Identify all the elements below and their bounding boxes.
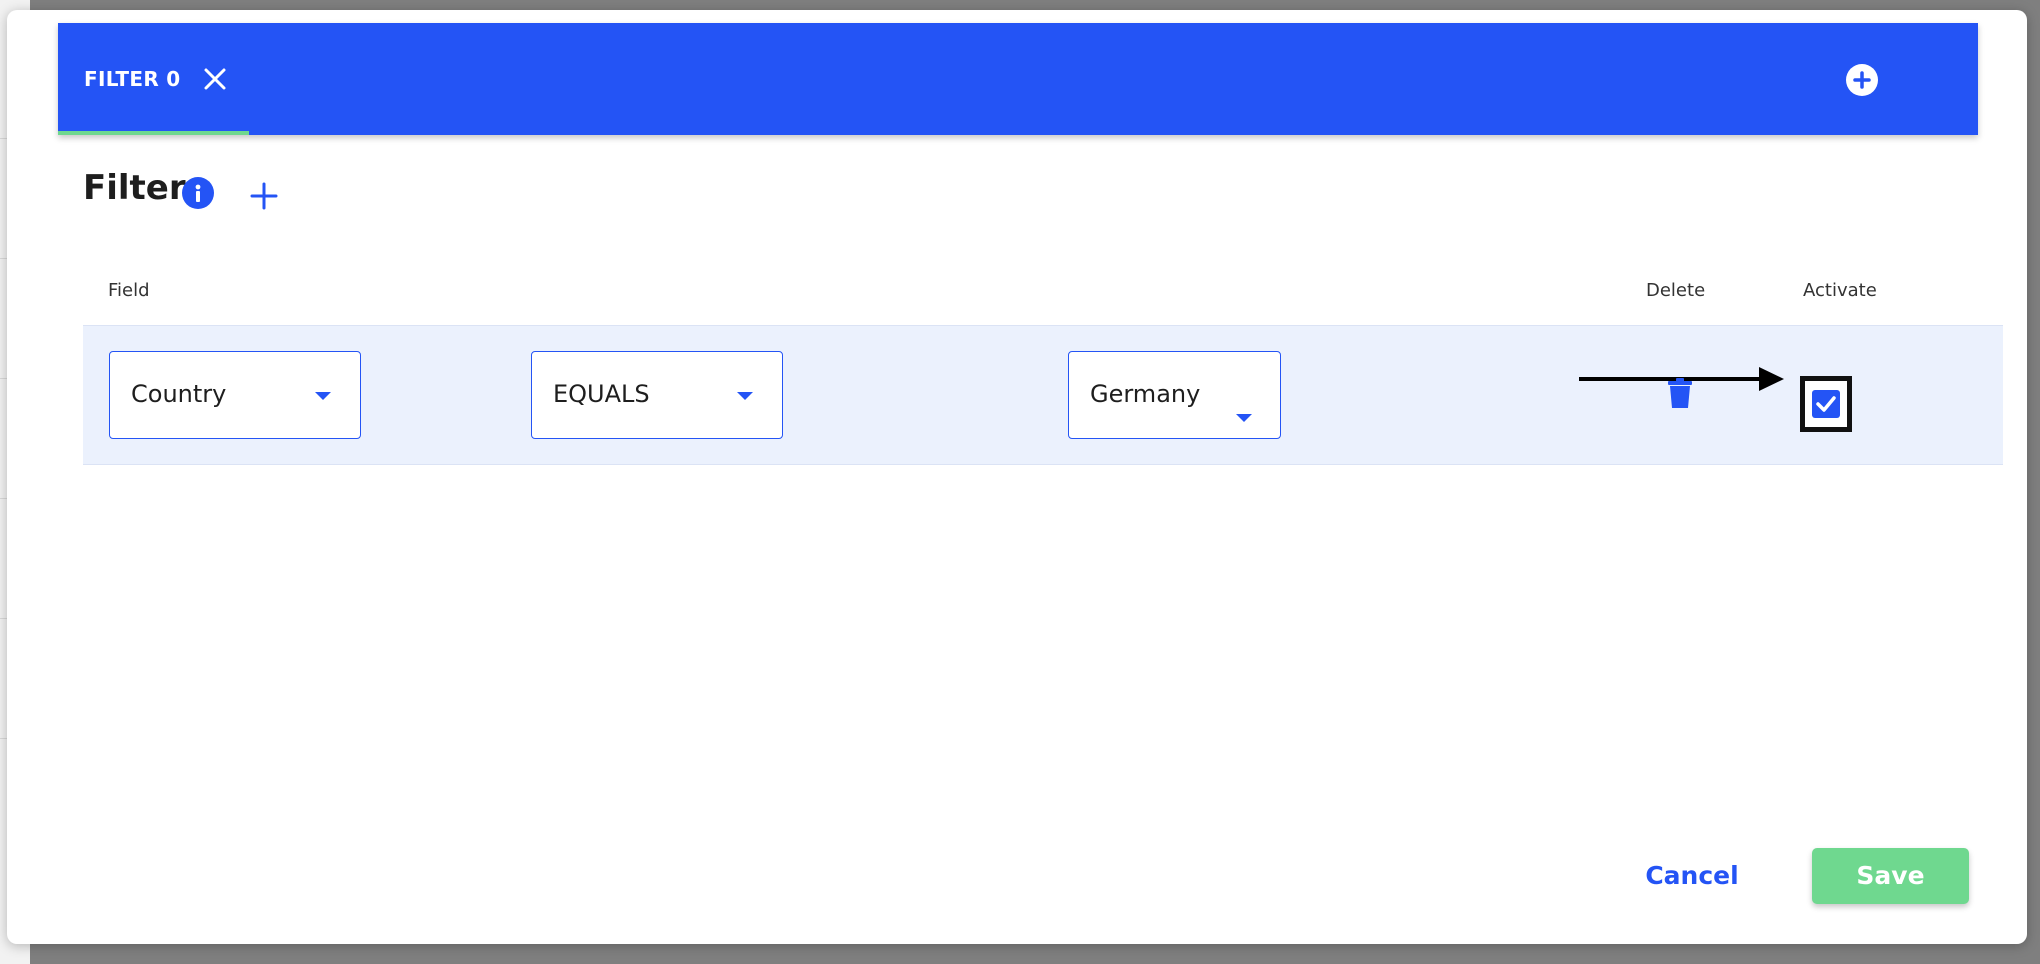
field-select-value: Country xyxy=(131,380,227,408)
filter-dialog: FILTER 0 Filter Field Delete Activate Co… xyxy=(7,10,2027,944)
column-header-field: Field xyxy=(108,280,150,301)
activate-checkbox[interactable] xyxy=(1812,390,1840,418)
value-select-value: Germany xyxy=(1090,380,1201,408)
tab-label: FILTER 0 xyxy=(84,67,181,91)
activate-checkbox-highlight xyxy=(1800,376,1852,432)
column-header-activate: Activate xyxy=(1803,280,1877,301)
value-select[interactable]: Germany xyxy=(1068,351,1281,439)
active-tab-indicator xyxy=(58,131,249,135)
chevron-down-icon xyxy=(1236,414,1252,422)
checkmark-icon xyxy=(1816,396,1836,412)
save-button[interactable]: Save xyxy=(1812,848,1969,904)
tab-bar: FILTER 0 xyxy=(58,23,1978,135)
chevron-down-icon xyxy=(737,392,753,400)
operator-select-value: EQUALS xyxy=(553,380,650,408)
chevron-down-icon xyxy=(315,392,331,400)
trash-icon[interactable] xyxy=(1668,378,1692,408)
close-icon[interactable] xyxy=(203,67,227,91)
filter-row: Country EQUALS Germany xyxy=(83,325,2003,465)
tab-filter-0[interactable]: FILTER 0 xyxy=(58,23,249,135)
cancel-button[interactable]: Cancel xyxy=(1627,848,1757,904)
info-icon[interactable] xyxy=(182,177,214,209)
plus-icon[interactable] xyxy=(250,182,278,210)
add-tab-icon[interactable] xyxy=(1846,64,1878,96)
column-header-delete: Delete xyxy=(1646,280,1706,301)
operator-select[interactable]: EQUALS xyxy=(531,351,783,439)
page-title: Filter xyxy=(83,168,186,208)
field-select[interactable]: Country xyxy=(109,351,361,439)
